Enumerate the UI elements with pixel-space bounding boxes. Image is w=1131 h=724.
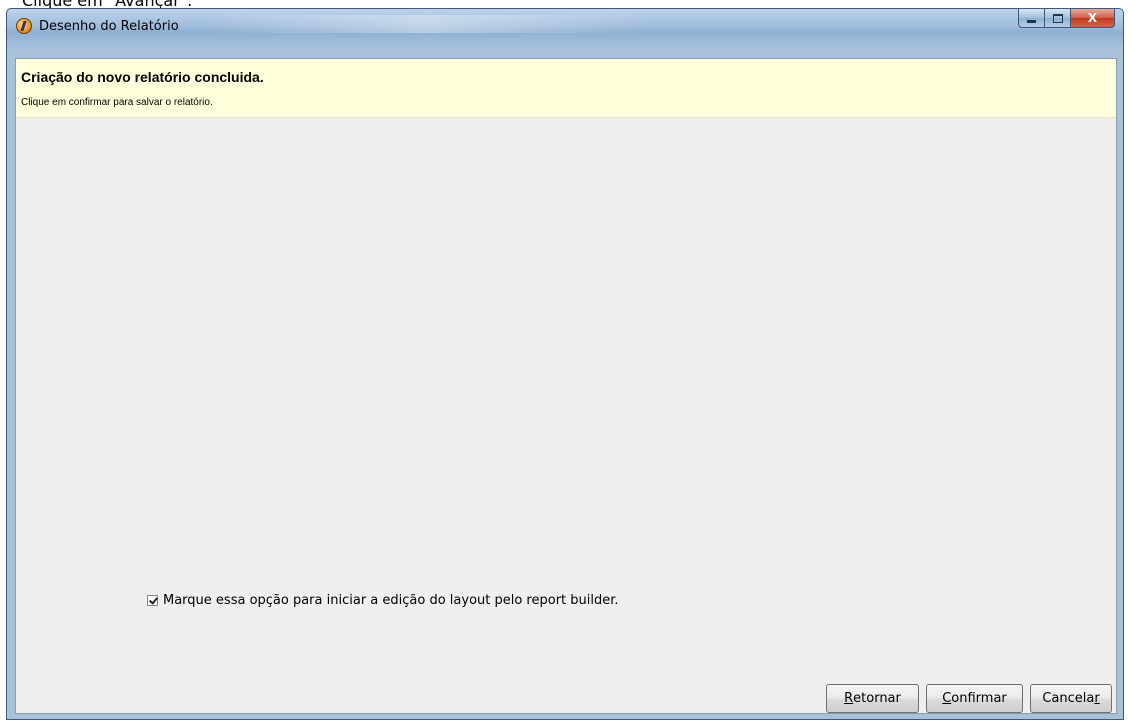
report-builder-option[interactable]: Marque essa opção para iniciar a edição … (147, 593, 619, 608)
maximize-icon (1052, 13, 1063, 23)
report-builder-option-label[interactable]: Marque essa opção para iniciar a edição … (163, 593, 619, 608)
title-bar[interactable]: Desenho do Relatório X (7, 9, 1123, 49)
cancel-button[interactable]: Cancela r (1030, 684, 1112, 713)
back-button-label: etornar (853, 691, 901, 706)
minimize-icon (1027, 20, 1036, 23)
maximize-button[interactable] (1045, 9, 1071, 28)
minimize-button[interactable] (1018, 9, 1045, 28)
header-subtitle: Clique em confirmar para salvar o relató… (21, 97, 213, 108)
app-logo-icon[interactable] (16, 18, 32, 34)
close-button[interactable]: X (1071, 9, 1115, 28)
wizard-header: Criação do novo relatório concluida. Cli… (16, 59, 1116, 118)
cancel-button-mnemonic: r (1094, 691, 1100, 706)
window-controls: X (1018, 9, 1115, 29)
back-button-mnemonic: R (844, 691, 854, 706)
close-icon: X (1087, 11, 1098, 25)
confirm-button[interactable]: Confirmar (926, 684, 1023, 713)
button-bar: Retornar Confirmar Cancela r (826, 684, 1112, 713)
back-button[interactable]: Retornar (826, 684, 919, 713)
confirm-button-mnemonic: C (942, 691, 952, 706)
dialog-window: Desenho do Relatório X Criação do novo r… (6, 8, 1124, 720)
cancel-button-label: Cancela (1042, 691, 1095, 706)
dialog-content: Criação do novo relatório concluida. Cli… (15, 58, 1117, 714)
header-title: Criação do novo relatório concluida. (21, 69, 264, 85)
report-builder-checkbox[interactable] (147, 595, 158, 606)
title-bar-glare (207, 15, 647, 33)
window-title: Desenho do Relatório (39, 19, 179, 34)
confirm-button-label: onfirmar (951, 691, 1007, 706)
